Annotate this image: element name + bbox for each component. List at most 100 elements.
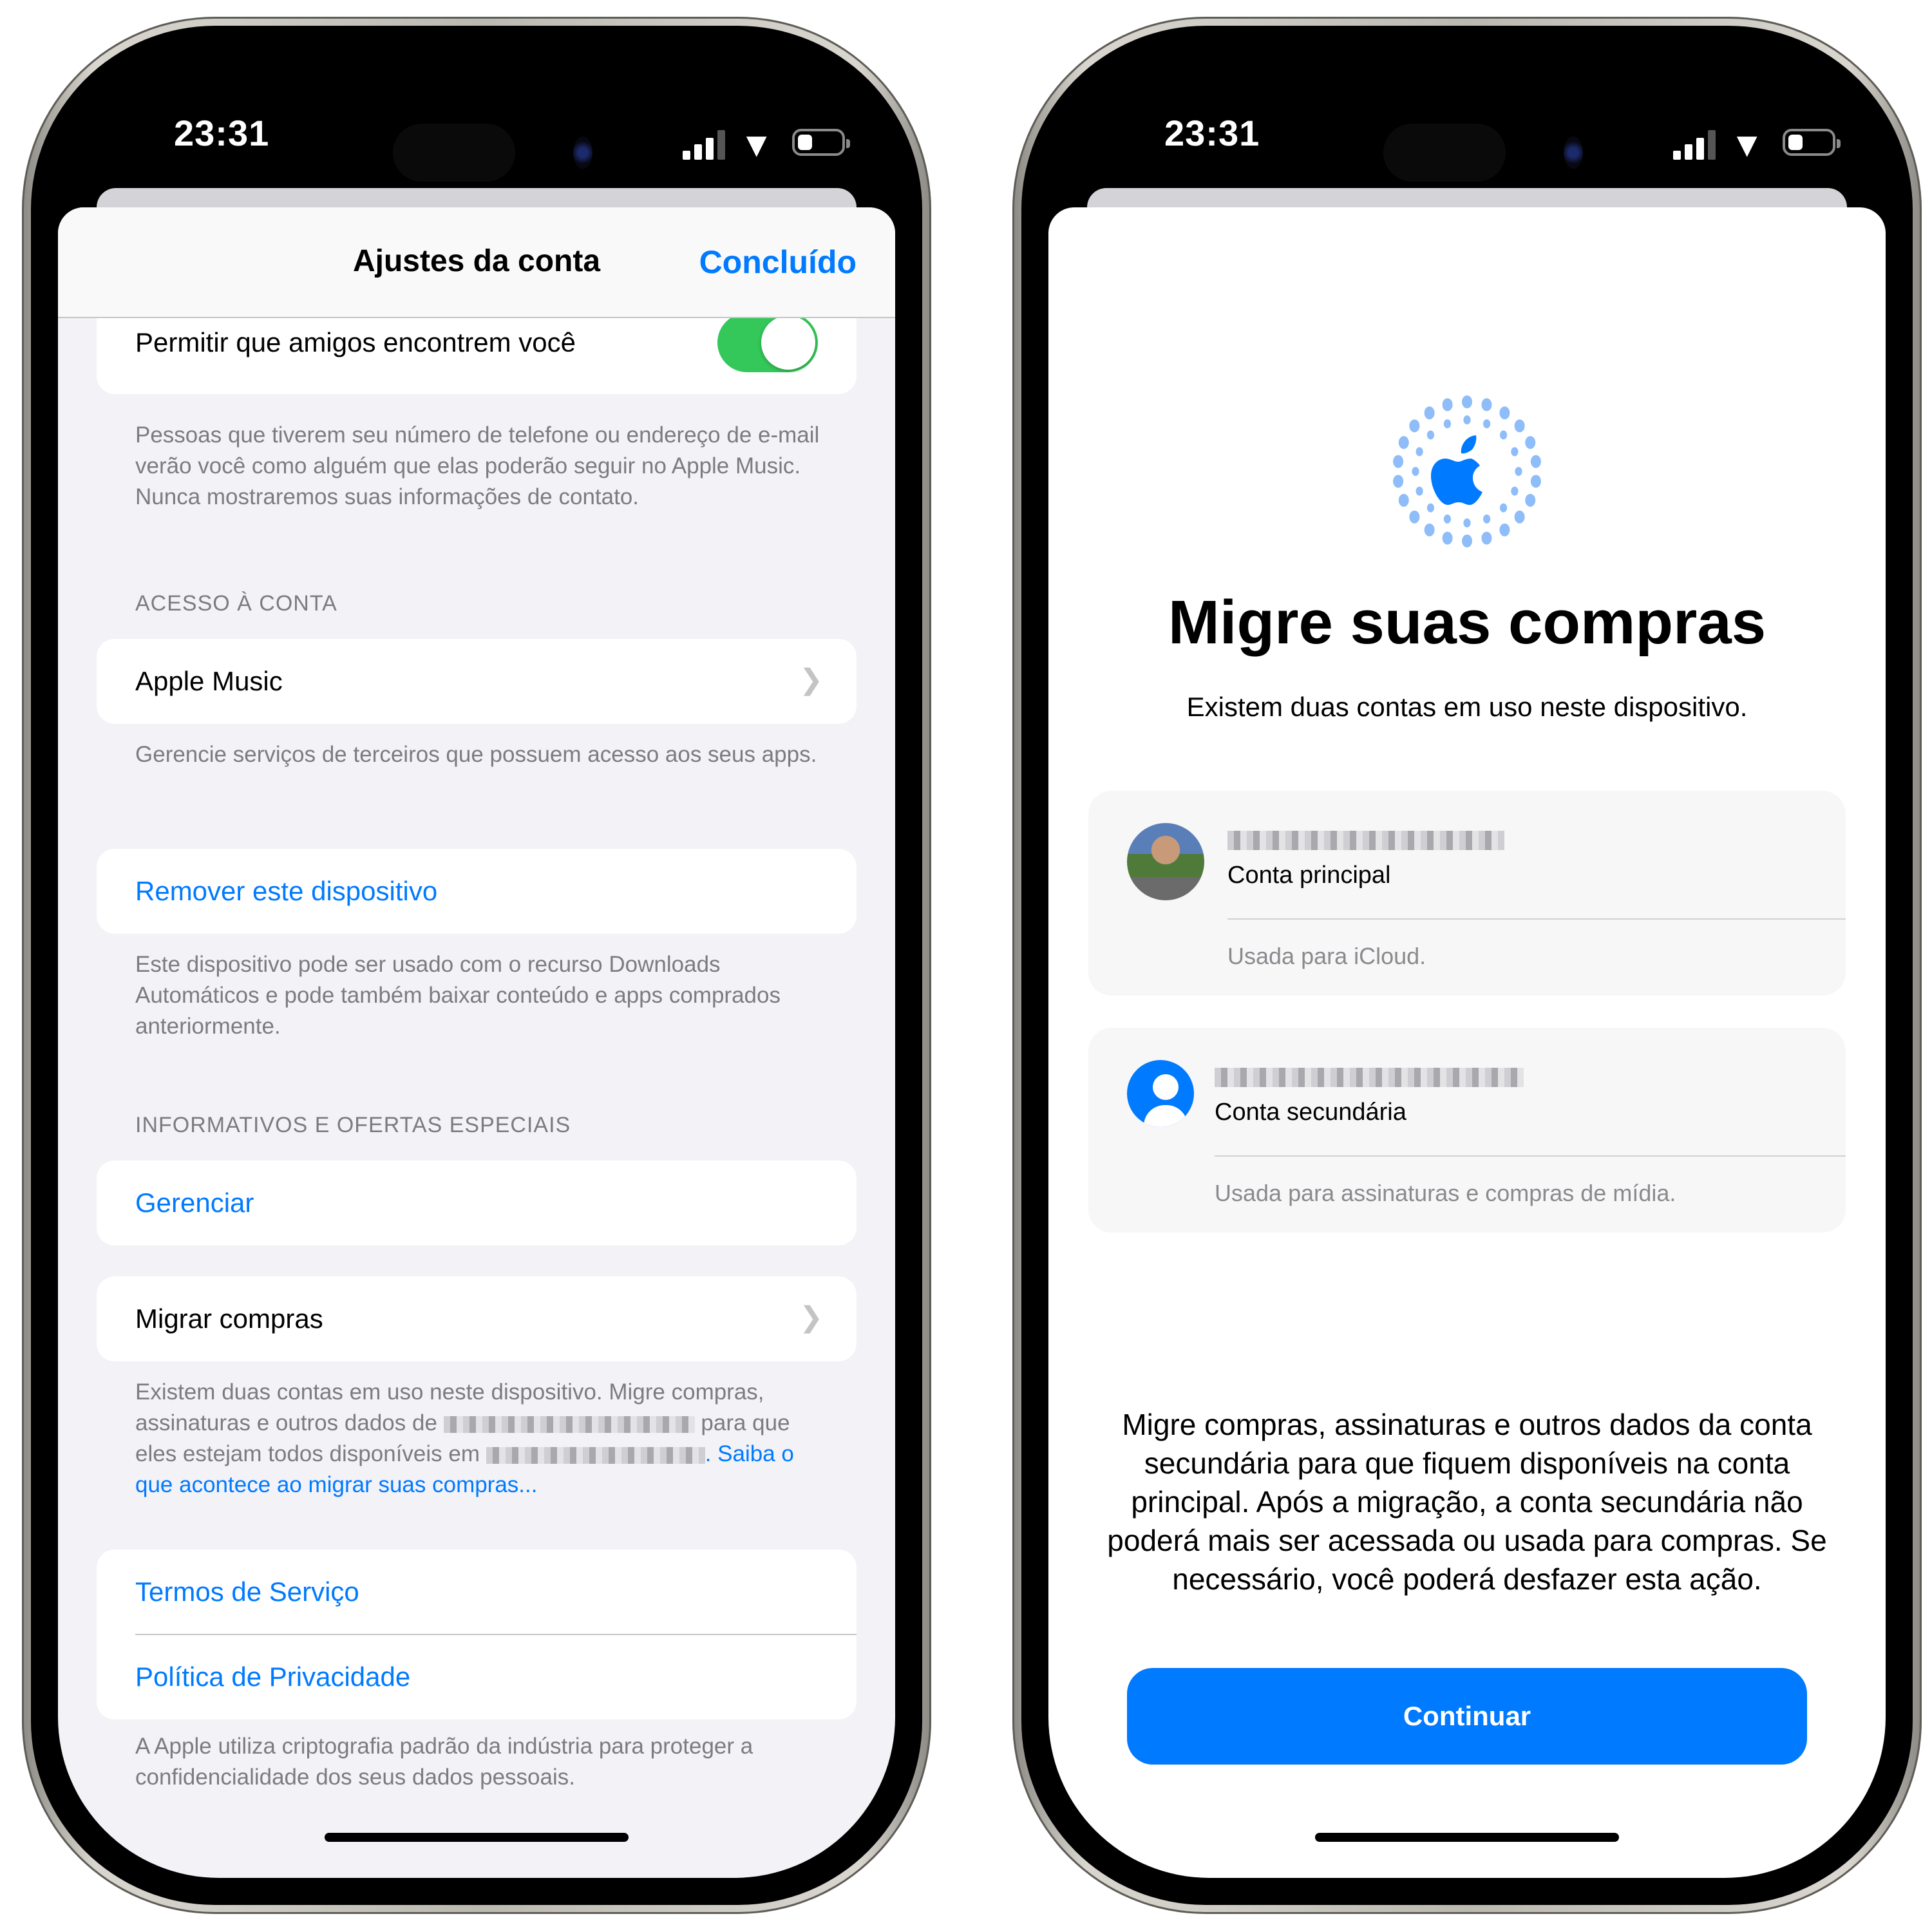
decorative-dot	[1525, 493, 1536, 507]
decorative-dot	[1499, 406, 1510, 420]
primary-account-card: Conta principal Usada para iCloud.	[1088, 791, 1846, 996]
toggle-knob	[761, 316, 815, 370]
apple-logo-dots-icon	[1393, 395, 1541, 547]
remove-device-link[interactable]: Remover este dispositivo	[135, 876, 818, 907]
phone-bezel: 23:31 ▼ Permitir que amigos encontrem vo…	[31, 26, 922, 1905]
decorative-dot	[1442, 531, 1453, 545]
home-indicator[interactable]	[325, 1833, 629, 1842]
decorative-dot	[1398, 436, 1409, 450]
decorative-dot	[1409, 419, 1420, 433]
nav-bar: Ajustes da conta Concluído	[58, 207, 895, 318]
manage-row[interactable]: Gerenciar	[97, 1160, 857, 1245]
dynamic-island	[1383, 124, 1506, 182]
decorative-dot	[1463, 518, 1471, 527]
cellular-signal-icon	[683, 130, 728, 160]
divider	[135, 1634, 857, 1635]
decorative-dot	[1443, 514, 1451, 524]
wifi-icon: ▼	[1730, 126, 1765, 164]
secondary-account-card: Conta secundária Usada para assinaturas …	[1088, 1028, 1846, 1233]
privacy-policy-link[interactable]: Política de Privacidade	[135, 1662, 818, 1692]
done-button[interactable]: Concluído	[699, 243, 857, 281]
decorative-dot	[1499, 430, 1508, 440]
remove-device-row[interactable]: Remover este dispositivo	[97, 849, 857, 934]
redacted-email	[443, 1416, 695, 1433]
apple-music-row[interactable]: Apple Music ❯	[97, 639, 857, 724]
decorative-dot	[1398, 493, 1409, 507]
decorative-dot	[1525, 436, 1536, 450]
status-bar: 23:31 ▼	[58, 53, 895, 182]
decorative-dot	[1426, 430, 1435, 440]
terms-of-service-link[interactable]: Termos de Serviço	[135, 1577, 818, 1607]
decorative-dot	[1462, 395, 1472, 408]
decorative-dot	[1530, 455, 1541, 468]
cellular-signal-icon	[1673, 130, 1718, 160]
legal-group: Termos de Serviço Política de Privacidad…	[97, 1549, 857, 1719]
divider	[1227, 918, 1846, 920]
settings-sheet: Permitir que amigos encontrem você Pesso…	[58, 207, 895, 1878]
decorative-dot	[1514, 510, 1525, 524]
phone-right: 23:31 ▼ Migre suas compras Existem duas …	[1012, 17, 1922, 1914]
home-indicator[interactable]	[1315, 1833, 1619, 1842]
decorative-dot	[1416, 447, 1423, 457]
page-title: Migre suas compras	[1168, 588, 1766, 657]
manage-link[interactable]: Gerenciar	[135, 1188, 818, 1218]
camera-icon	[573, 137, 592, 169]
decorative-dot	[1393, 475, 1404, 488]
redacted-email	[1215, 1068, 1524, 1087]
migrate-purchases-screen: 23:31 ▼ Migre suas compras Existem duas …	[1048, 53, 1886, 1878]
continue-button[interactable]: Continuar	[1127, 1668, 1807, 1765]
migrate-footer: Existem duas contas em uso neste disposi…	[135, 1377, 820, 1501]
account-settings-screen: 23:31 ▼ Permitir que amigos encontrem vo…	[58, 53, 895, 1878]
decorative-dot	[1442, 398, 1453, 412]
redacted-email	[486, 1446, 705, 1464]
decorative-dot	[1481, 398, 1492, 412]
decorative-dot	[1463, 415, 1471, 424]
battery-icon	[792, 129, 850, 156]
account-usage: Usada para iCloud.	[1227, 943, 1426, 969]
decorative-dot	[1511, 486, 1519, 496]
phone-bezel: 23:31 ▼ Migre suas compras Existem duas …	[1021, 26, 1913, 1905]
decorative-dot	[1481, 531, 1492, 545]
battery-icon	[1783, 129, 1841, 156]
decorative-dot	[1530, 475, 1541, 488]
migrate-purchases-row[interactable]: Migrar compras ❯	[97, 1276, 857, 1361]
decorative-dot	[1416, 486, 1423, 496]
access-footer: Gerencie serviços de terceiros que possu…	[135, 742, 817, 767]
decorative-dot	[1499, 523, 1510, 536]
avatar	[1127, 823, 1204, 900]
status-time: 23:31	[174, 113, 270, 153]
friends-toggle-label: Permitir que amigos encontrem você	[135, 327, 576, 357]
status-bar: 23:31 ▼	[1048, 53, 1886, 182]
section-header-offers: INFORMATIVOS E OFERTAS ESPECIAIS	[135, 1113, 571, 1137]
decorative-dot	[1409, 510, 1420, 524]
wifi-icon: ▼	[739, 126, 774, 164]
account-role: Conta principal	[1227, 862, 1391, 889]
decorative-dot	[1483, 514, 1491, 524]
migrate-sheet: Migre suas compras Existem duas contas e…	[1048, 207, 1886, 1878]
camera-icon	[1564, 137, 1583, 169]
decorative-dot	[1426, 503, 1435, 513]
phone-left: 23:31 ▼ Permitir que amigos encontrem vo…	[22, 17, 931, 1914]
account-usage: Usada para assinaturas e compras de mídi…	[1215, 1180, 1676, 1206]
decorative-dot	[1424, 406, 1435, 420]
decorative-dot	[1514, 419, 1525, 433]
decorative-dot	[1424, 523, 1435, 536]
migrate-purchases-label: Migrar compras	[135, 1303, 323, 1334]
apple-music-label: Apple Music	[135, 666, 283, 696]
chevron-right-icon: ❯	[799, 1302, 823, 1333]
section-header-account-access: ACESSO À CONTA	[135, 591, 337, 616]
decorative-dot	[1412, 467, 1419, 476]
dynamic-island	[393, 124, 515, 182]
remove-footer: Este dispositivo pode ser usado com o re…	[135, 952, 781, 1039]
friends-toggle[interactable]	[717, 313, 818, 372]
friends-footer: Pessoas que tiverem seu número de telefo…	[135, 422, 820, 509]
divider	[1215, 1155, 1846, 1157]
decorative-dot	[1393, 455, 1404, 468]
redacted-email	[1227, 831, 1504, 850]
privacy-footer: A Apple utiliza criptografia padrão da i…	[135, 1734, 753, 1790]
status-time: 23:31	[1164, 113, 1260, 153]
account-role: Conta secundária	[1215, 1099, 1406, 1126]
decorative-dot	[1499, 503, 1508, 513]
decorative-dot	[1483, 419, 1491, 429]
subtitle: Existem duas contas em uso neste disposi…	[1186, 692, 1748, 722]
